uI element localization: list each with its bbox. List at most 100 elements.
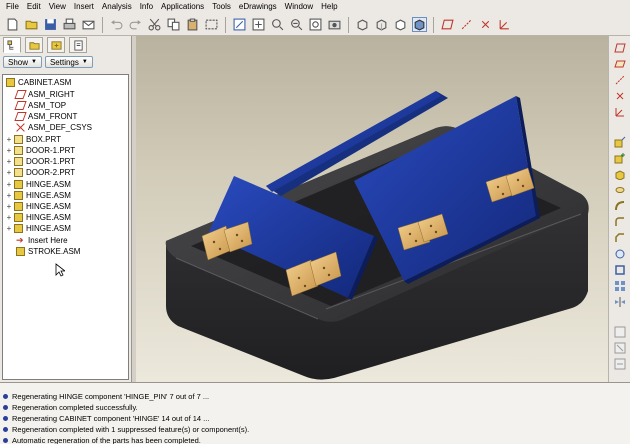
menu-applications[interactable]: Applications <box>157 0 208 14</box>
pattern-icon[interactable] <box>613 280 627 292</box>
hole-icon[interactable] <box>613 248 627 260</box>
datum-axis-tool-icon[interactable] <box>613 74 627 86</box>
open-file-icon[interactable] <box>24 17 39 32</box>
message-line: Automatic regeneration of the parts has … <box>3 435 630 444</box>
menu-tools[interactable]: Tools <box>208 0 235 14</box>
create-component-icon[interactable] <box>613 152 627 164</box>
show-dropdown[interactable]: Show ▼ <box>3 56 42 68</box>
sketch-plane-tool-icon[interactable] <box>613 58 627 70</box>
tree-node-asm-front[interactable]: ASM_FRONT <box>14 111 77 122</box>
expand-icon[interactable]: + <box>5 168 13 177</box>
datum-plane-tool-icon[interactable] <box>613 42 627 54</box>
tree-node-asm-top[interactable]: ASM_TOP <box>14 100 67 111</box>
menu-window[interactable]: Window <box>281 0 317 14</box>
copy-icon[interactable] <box>166 17 181 32</box>
tree-node-hinge-asm[interactable]: + HINGE.ASM <box>5 190 71 201</box>
cut-icon[interactable] <box>147 17 162 32</box>
tree-node-hinge-asm[interactable]: + HINGE.ASM <box>5 179 71 190</box>
no-hidden-icon[interactable] <box>393 17 408 32</box>
tree-node-door-1-prt[interactable]: + DOOR-1.PRT <box>5 156 75 167</box>
tree-node-asm-right[interactable]: ASM_RIGHT <box>14 89 75 100</box>
shell-icon[interactable] <box>613 264 627 276</box>
tree-node-hinge-asm[interactable]: + HINGE.ASM <box>5 223 71 234</box>
assemble-component-icon[interactable] <box>613 136 627 148</box>
tree-node-door-2-prt[interactable]: + DOOR-2.PRT <box>5 167 75 178</box>
hidden-line-icon[interactable] <box>374 17 389 32</box>
tree-node-cabinet-asm[interactable]: CABINET.ASM <box>5 77 71 88</box>
saved-views-icon[interactable] <box>327 17 342 32</box>
print-icon[interactable] <box>62 17 77 32</box>
assembly-icon <box>6 78 15 87</box>
message-text: Regeneration completed with 1 suppressed… <box>12 425 250 434</box>
datum-planes-icon[interactable] <box>440 17 455 32</box>
undo-icon[interactable] <box>109 17 124 32</box>
round-icon[interactable] <box>613 216 627 228</box>
save-icon[interactable] <box>43 17 58 32</box>
expand-icon[interactable]: + <box>5 180 13 189</box>
redo-icon[interactable] <box>128 17 143 32</box>
menu-help[interactable]: Help <box>317 0 341 14</box>
tree-node-hinge-asm[interactable]: + HINGE.ASM <box>5 212 71 223</box>
expand-icon[interactable]: + <box>5 191 13 200</box>
regenerate-icon[interactable] <box>232 17 247 32</box>
refit-icon[interactable] <box>308 17 323 32</box>
email-icon[interactable] <box>81 17 96 32</box>
paste-icon[interactable] <box>185 17 200 32</box>
resume-tool-icon[interactable] <box>613 358 627 370</box>
insert-mode-tool-icon[interactable] <box>613 326 627 338</box>
info-bullet-icon <box>3 405 8 410</box>
new-file-icon[interactable] <box>5 17 20 32</box>
tree-node-label: ASM_TOP <box>28 101 67 110</box>
revolve-icon[interactable] <box>613 184 627 196</box>
sweep-icon[interactable] <box>613 200 627 212</box>
tree-node-label: CABINET.ASM <box>18 78 72 87</box>
expand-icon[interactable]: + <box>5 157 13 166</box>
suppress-tool-icon[interactable] <box>613 342 627 354</box>
expand-icon[interactable]: + <box>5 213 13 222</box>
menu-insert[interactable]: Insert <box>70 0 98 14</box>
tree-node-door-1-prt[interactable]: + DOOR-1.PRT <box>5 145 75 156</box>
model-tree: CABINET.ASM ASM_RIGHT ASM_TOP ASM_FRONT … <box>2 74 129 380</box>
datum-point-tool-icon[interactable] <box>613 90 627 102</box>
csys-tool-icon[interactable] <box>613 106 627 118</box>
graphics-window[interactable]: Insert Mode <box>136 36 608 382</box>
chamfer-icon[interactable] <box>613 232 627 244</box>
model-tree-tab[interactable] <box>3 37 21 53</box>
tree-node-hinge-asm[interactable]: + HINGE.ASM <box>5 201 71 212</box>
datum-axes-icon[interactable] <box>459 17 474 32</box>
expand-icon[interactable]: + <box>5 202 13 211</box>
mirror-icon[interactable] <box>613 296 627 308</box>
tree-node-label: HINGE.ASM <box>26 202 71 211</box>
expand-icon[interactable]: + <box>5 224 13 233</box>
tree-node-stroke-asm[interactable]: STROKE.ASM <box>15 246 80 257</box>
part-icon <box>14 157 23 166</box>
zoom-in-icon[interactable] <box>270 17 285 32</box>
toolbar-separator <box>348 16 349 33</box>
extrude-icon[interactable] <box>613 168 627 180</box>
menu-file[interactable]: File <box>2 0 23 14</box>
datum-plane-icon <box>14 90 27 99</box>
reorient-icon[interactable] <box>251 17 266 32</box>
favorites-tab[interactable] <box>47 37 65 53</box>
coordinate-systems-icon[interactable] <box>497 17 512 32</box>
wireframe-icon[interactable] <box>355 17 370 32</box>
menu-edrawings[interactable]: eDrawings <box>235 0 281 14</box>
tree-node-asm-def-csys[interactable]: ASM_DEF_CSYS <box>15 122 92 133</box>
cabinet-model-render[interactable] <box>136 36 608 382</box>
zoom-out-icon[interactable] <box>289 17 304 32</box>
menu-info[interactable]: Info <box>136 0 157 14</box>
menu-edit[interactable]: Edit <box>23 0 45 14</box>
selection-icon[interactable] <box>204 17 219 32</box>
shading-icon[interactable] <box>412 17 427 32</box>
tree-node-box-prt[interactable]: + BOX.PRT <box>5 134 61 145</box>
datum-points-icon[interactable] <box>478 17 493 32</box>
menu-analysis[interactable]: Analysis <box>98 0 136 14</box>
navigator-panel: Show ▼ Settings ▼ CABINET.ASM ASM_RIGHT AS… <box>0 36 132 382</box>
expand-icon[interactable]: + <box>5 135 13 144</box>
expand-icon[interactable]: + <box>5 146 13 155</box>
menu-view[interactable]: View <box>45 0 70 14</box>
connections-tab[interactable] <box>69 37 87 53</box>
settings-dropdown[interactable]: Settings ▼ <box>44 56 93 68</box>
tree-node-insert-here[interactable]: ➔ Insert Here <box>15 235 68 246</box>
folder-browser-tab[interactable] <box>25 37 43 53</box>
